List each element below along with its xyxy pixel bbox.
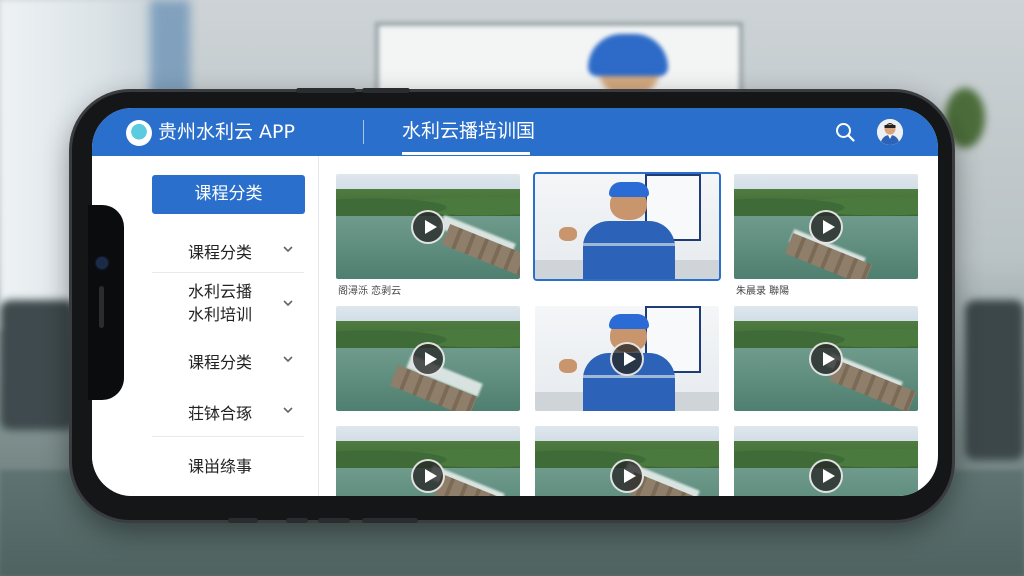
chevron-down-icon	[283, 407, 293, 414]
thumbnail-instructor	[582, 221, 675, 279]
play-icon[interactable]	[411, 459, 445, 493]
active-tab-underline	[402, 152, 530, 155]
sidebar-item-label: 课程分类	[188, 243, 253, 262]
phone-notch	[88, 205, 124, 400]
page-title[interactable]: 水利云播培训国	[402, 120, 535, 142]
video-thumbnail-selected[interactable]	[533, 172, 721, 281]
play-icon[interactable]	[411, 341, 445, 376]
play-icon[interactable]	[411, 209, 445, 244]
user-avatar-icon	[877, 119, 903, 145]
phone-side-button	[228, 518, 258, 523]
chevron-down-icon	[283, 300, 293, 307]
phone-side-button	[286, 518, 308, 523]
instructor-helmet	[608, 314, 650, 330]
sidebar-divider	[152, 436, 304, 437]
search-button[interactable]	[834, 121, 856, 143]
sidebar-item-label: 荘钵合琢	[188, 404, 253, 423]
sidebar-divider	[152, 272, 304, 273]
app-header: 贵州水利云 APP 水利云播培训国	[92, 108, 938, 156]
video-thumbnail[interactable]	[336, 174, 520, 279]
play-icon[interactable]	[809, 209, 843, 244]
background-chair-right	[965, 300, 1024, 460]
video-thumbnail[interactable]	[535, 426, 719, 496]
video-thumbnail[interactable]	[734, 306, 918, 411]
video-thumbnail[interactable]	[336, 426, 520, 496]
sidebar-item-label: 课程分类	[188, 353, 253, 372]
phone-screen: 贵州水利云 APP 水利云播培训国 课程分类 课程分类 水利云播 水利培训 课程…	[92, 108, 938, 496]
sidebar-item-water-training[interactable]: 水利云播 水利培训	[152, 280, 302, 326]
play-icon[interactable]	[610, 459, 644, 493]
instructor-hand	[558, 358, 578, 374]
phone-side-button	[318, 518, 350, 523]
sidebar-item-4[interactable]: 荘钵合琢	[152, 400, 302, 424]
chevron-down-icon	[283, 356, 293, 363]
sidebar-item-course-category-2[interactable]: 课程分类	[152, 349, 302, 373]
video-caption: 阁潯泺 恋剥云	[338, 286, 402, 297]
category-sidebar: 课程分类 课程分类 水利云播 水利培训 课程分类 荘钵合琢 课畄绦事	[92, 156, 319, 496]
sidebar-item-label: 水利云播 水利培训	[188, 282, 253, 324]
uniform-stripe	[582, 375, 675, 379]
play-icon[interactable]	[610, 341, 644, 376]
background-chair-left	[0, 300, 75, 430]
camera-icon	[97, 258, 107, 268]
phone-power-button	[362, 88, 410, 93]
instructor-hand	[558, 226, 578, 242]
phone-side-button	[362, 518, 418, 523]
video-grid: 阁潯泺 恋剥云 朱晨录 聯陽	[336, 172, 936, 496]
sidebar-item-label: 课畄绦事	[188, 457, 253, 476]
video-thumbnail[interactable]	[734, 174, 918, 279]
video-thumbnail[interactable]	[734, 426, 918, 496]
user-avatar[interactable]	[877, 119, 903, 145]
play-icon[interactable]	[809, 459, 843, 493]
instructor-helmet	[608, 182, 650, 198]
video-thumbnail[interactable]	[535, 306, 719, 411]
sidebar-item-5[interactable]: 课畄绦事	[152, 453, 302, 477]
app-name: 贵州水利云 APP	[158, 121, 295, 143]
header-divider	[363, 120, 364, 144]
search-icon	[836, 123, 855, 142]
category-primary-button[interactable]: 课程分类	[152, 175, 305, 214]
sidebar-item-course-category[interactable]: 课程分类	[152, 239, 302, 263]
chevron-down-icon	[283, 246, 293, 253]
play-icon[interactable]	[809, 341, 843, 376]
phone-volume-button	[296, 88, 356, 93]
speaker-grille	[99, 286, 104, 328]
app-logo-icon	[126, 120, 152, 146]
video-thumbnail[interactable]	[336, 306, 520, 411]
uniform-stripe	[582, 243, 675, 247]
video-caption: 朱晨录 聯陽	[736, 286, 790, 297]
